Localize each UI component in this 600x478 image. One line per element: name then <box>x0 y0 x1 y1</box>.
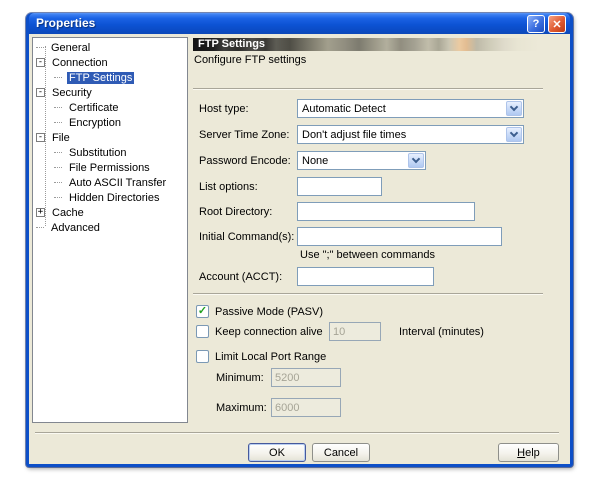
tree-item-auto-ascii-transfer[interactable]: Auto ASCII Transfer <box>33 175 187 190</box>
tree-item-advanced[interactable]: Advanced <box>33 220 187 235</box>
root-directory-input[interactable] <box>297 202 475 221</box>
maximum-label: Maximum: <box>216 402 267 414</box>
tree-dash <box>36 47 44 48</box>
password-encode-label: Password Encode: <box>199 155 291 167</box>
tree-dash <box>54 167 62 168</box>
chevron-down-icon[interactable] <box>408 153 424 168</box>
server-time-zone-label: Server Time Zone: <box>199 129 290 141</box>
list-options-input[interactable] <box>297 177 382 196</box>
limit-ports-label: Limit Local Port Range <box>215 351 327 363</box>
root-directory-label: Root Directory: <box>199 206 273 218</box>
host-type-label: Host type: <box>199 103 249 115</box>
initial-commands-input[interactable] <box>297 227 502 246</box>
tree-item-substitution[interactable]: Substitution <box>33 145 187 160</box>
collapse-icon[interactable]: - <box>36 88 45 97</box>
cancel-button[interactable]: Cancel <box>312 443 370 462</box>
list-options-label: List options: <box>199 181 258 193</box>
tree-item-hidden-directories[interactable]: Hidden Directories <box>33 190 187 205</box>
maximum-port-input <box>271 398 341 417</box>
passive-mode-label: Passive Mode (PASV) <box>215 306 324 318</box>
password-encode-select[interactable]: None <box>297 151 426 170</box>
tree-item-security[interactable]: - Security <box>33 85 187 100</box>
page-title: FTP Settings <box>193 38 539 51</box>
divider <box>35 432 559 434</box>
tree-dash <box>54 182 62 183</box>
account-label: Account (ACCT): <box>199 271 283 283</box>
passive-mode-checkbox[interactable]: ✓ <box>196 305 209 318</box>
limit-ports-checkbox[interactable] <box>196 350 209 363</box>
chevron-down-icon[interactable] <box>506 101 522 116</box>
minimum-port-input <box>271 368 341 387</box>
minimum-label: Minimum: <box>216 372 264 384</box>
expand-icon[interactable]: + <box>36 208 45 217</box>
tree-dash <box>54 77 62 78</box>
tree-item-connection[interactable]: - Connection <box>33 55 187 70</box>
properties-dialog: Properties ? ✕ General - Connection FTP S… <box>26 13 573 467</box>
title-bar[interactable]: Properties ? ✕ <box>29 13 570 34</box>
dialog-body: General - Connection FTP Settings - Securi… <box>29 34 570 464</box>
window-title: Properties <box>36 16 96 30</box>
tree-dash <box>54 197 62 198</box>
account-input[interactable] <box>297 267 434 286</box>
tree-dash <box>54 107 62 108</box>
page-subtitle: Configure FTP settings <box>194 54 307 66</box>
tree-dash <box>54 152 62 153</box>
close-icon[interactable]: ✕ <box>548 15 566 33</box>
chevron-down-icon[interactable] <box>506 127 522 142</box>
host-type-select[interactable]: Automatic Detect <box>297 99 524 118</box>
tree-dash <box>54 122 62 123</box>
tree-item-file-permissions[interactable]: File Permissions <box>33 160 187 175</box>
tree-item-certificate[interactable]: Certificate <box>33 100 187 115</box>
tree-item-file[interactable]: - File <box>33 130 187 145</box>
server-time-zone-select[interactable]: Don't adjust file times <box>297 125 524 144</box>
keep-alive-label: Keep connection alive <box>215 326 323 338</box>
tree-item-ftp-settings[interactable]: FTP Settings <box>33 70 187 85</box>
initial-commands-label: Initial Command(s): <box>199 231 295 243</box>
collapse-icon[interactable]: - <box>36 58 45 67</box>
help-button[interactable]: Help <box>498 443 559 462</box>
interval-minutes-label: Interval (minutes) <box>399 326 484 338</box>
collapse-icon[interactable]: - <box>36 133 45 142</box>
keep-alive-interval-input <box>329 322 381 341</box>
tree-item-general[interactable]: General <box>33 40 187 55</box>
settings-tree: General - Connection FTP Settings - Securi… <box>32 37 188 423</box>
tree-item-encryption[interactable]: Encryption <box>33 115 187 130</box>
divider <box>193 88 543 90</box>
help-icon[interactable]: ? <box>527 15 545 33</box>
keep-alive-checkbox[interactable] <box>196 325 209 338</box>
initial-commands-hint: Use ";" between commands <box>300 249 435 261</box>
ok-button[interactable]: OK <box>248 443 306 462</box>
tree-dash <box>36 227 44 228</box>
divider <box>193 293 543 295</box>
tree-item-cache[interactable]: + Cache <box>33 205 187 220</box>
